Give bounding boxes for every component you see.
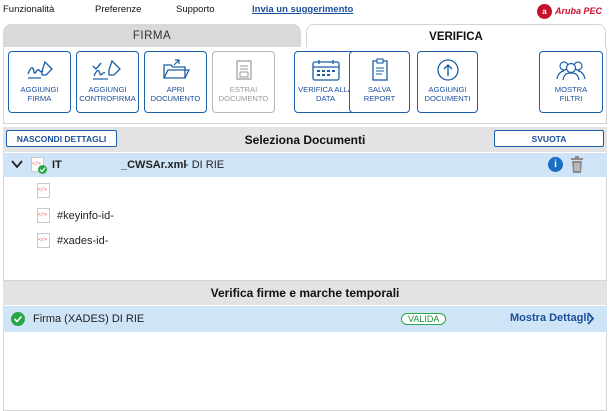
menu-preferenze[interactable]: Preferenze [95,4,141,15]
calendar-icon [309,57,343,83]
xml-file-icon [37,183,50,198]
documents-title: Seleziona Documenti [244,132,366,147]
save-report-label: SALVA REPORT [363,85,396,103]
show-filters-button[interactable]: MOSTRA FILTRI [539,51,603,113]
report-icon [363,57,397,83]
toolbar: AGGIUNGI FIRMA AGGIUNGI CONTROFIRMA APRI… [3,47,607,124]
xml-file-icon [37,208,50,223]
users-filter-icon [554,57,588,83]
upload-icon [431,57,465,83]
folder-open-icon [159,57,193,83]
menubar: Funzionalità Preferenze Supporto Invia u… [0,0,610,22]
signature-label: Firma (XADES) DI RIE [33,313,145,325]
main-tabs: FIRMA VERIFICA [0,24,610,48]
show-details-link[interactable]: Mostra Dettagli [510,312,589,324]
file-signer: - DI RIE [185,159,225,171]
xml-file-icon [37,233,50,248]
extract-document-label: ESTRAI DOCUMENTO [218,85,269,103]
status-badge: VALIDA [401,313,447,325]
extract-icon [227,57,261,83]
verification-header: Verifica firme e marche temporali [3,281,607,305]
file-name-suffix: _CWSAr.xml [121,159,187,171]
verify-at-date-label: VERIFICA ALLA DATA [298,85,353,103]
chevron-down-icon[interactable] [11,158,23,173]
menu-funzionalita[interactable]: Funzionalità [3,4,54,15]
verify-at-date-button[interactable]: VERIFICA ALLA DATA [294,51,357,113]
documents-header: NASCONDI DETTAGLI Seleziona Documenti SV… [3,127,607,152]
chevron-right-icon[interactable] [586,312,595,328]
show-filters-label: MOSTRA FILTRI [554,85,588,103]
signature-row[interactable]: Firma (XADES) DI RIE VALIDA Mostra Detta… [3,306,607,332]
list-item[interactable] [3,180,607,202]
aruba-logo: a Aruba PEC [536,3,602,19]
extract-document-button[interactable]: ESTRAI DOCUMENTO [212,51,275,113]
trash-icon[interactable] [570,156,584,176]
list-item[interactable]: #xades-id- [3,230,607,252]
child-label: #xades-id- [57,235,109,247]
save-report-button[interactable]: SALVA REPORT [349,51,410,113]
add-documents-label: AGGIUNGI DOCUMENTI [424,85,471,103]
aruba-logo-icon: a [536,3,552,19]
signed-file-icon [31,157,47,174]
child-label: #keyinfo-id- [57,210,114,222]
tab-verifica[interactable]: VERIFICA [306,24,606,48]
add-signature-button[interactable]: AGGIUNGI FIRMA [8,51,71,113]
add-documents-button[interactable]: AGGIUNGI DOCUMENTI [417,51,478,113]
suggestion-link[interactable]: Invia un suggerimento [252,4,353,15]
add-countersignature-button[interactable]: AGGIUNGI CONTROFIRMA [76,51,139,113]
open-document-button[interactable]: APRI DOCUMENTO [144,51,207,113]
info-icon[interactable]: i [548,157,563,172]
add-countersignature-label: AGGIUNGI CONTROFIRMA [79,85,136,103]
hide-details-button[interactable]: NASCONDI DETTAGLI [6,130,117,147]
document-row[interactable]: IT _CWSAr.xml - DI RIE i [3,153,607,177]
clear-button[interactable]: SVUOTA [494,130,604,147]
add-signature-label: AGGIUNGI FIRMA [20,85,59,103]
signature-icon [23,57,57,83]
aruba-logo-text: Aruba PEC [554,6,602,16]
list-item[interactable]: #keyinfo-id- [3,205,607,227]
menu-supporto[interactable]: Supporto [176,4,215,15]
verification-title: Verifica firme e marche temporali [210,286,400,300]
file-name-prefix: IT [52,159,62,171]
tab-firma[interactable]: FIRMA [3,24,301,48]
open-document-label: APRI DOCUMENTO [150,85,201,103]
check-circle-icon [11,312,25,329]
countersign-icon [91,57,125,83]
